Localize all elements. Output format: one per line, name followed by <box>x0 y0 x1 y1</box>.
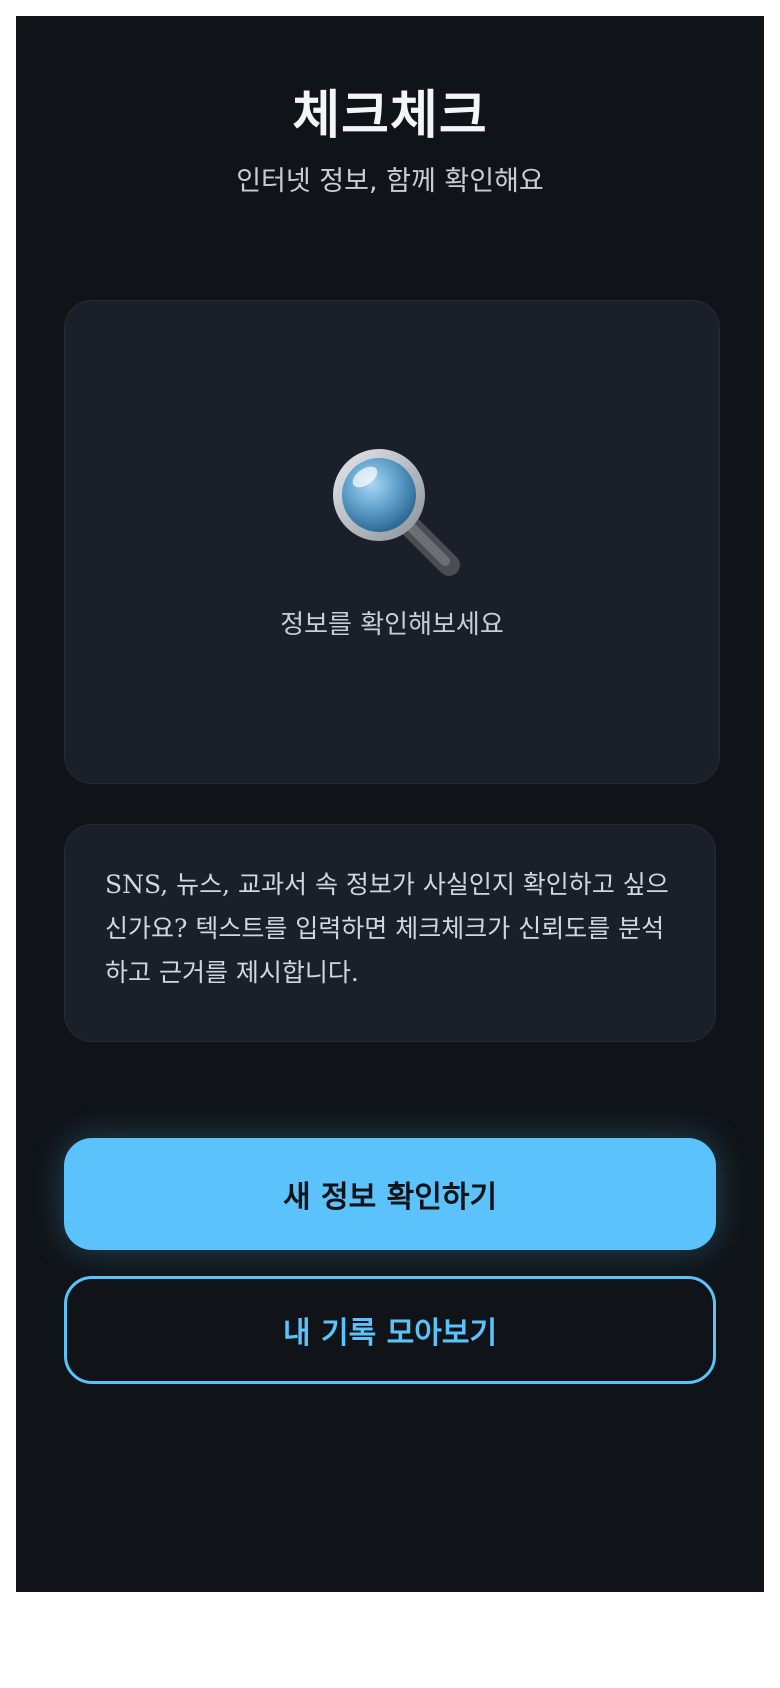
hero-card: 정보를 확인해보세요 <box>64 300 720 784</box>
my-records-button[interactable]: 내 기록 모아보기 <box>64 1276 716 1384</box>
app-title: 체크체크 <box>292 86 488 146</box>
hero-prompt-text: 정보를 확인해보세요 <box>280 610 504 640</box>
info-card: SNS, 뉴스, 교과서 속 정보가 사실인지 확인하고 싶으신가요? 텍스트를… <box>64 824 716 1042</box>
new-check-button[interactable]: 새 정보 확인하기 <box>64 1138 716 1250</box>
app-subtitle: 인터넷 정보, 함께 확인해요 <box>236 166 544 197</box>
app-screen: 체크체크 인터넷 정보, 함께 확인해요 정보를 확인해보세요 SNS, 뉴스,… <box>16 16 764 1592</box>
info-description: SNS, 뉴스, 교과서 속 정보가 사실인지 확인하고 싶으신가요? 텍스트를… <box>105 870 669 987</box>
magnifying-glass-icon <box>333 449 460 576</box>
